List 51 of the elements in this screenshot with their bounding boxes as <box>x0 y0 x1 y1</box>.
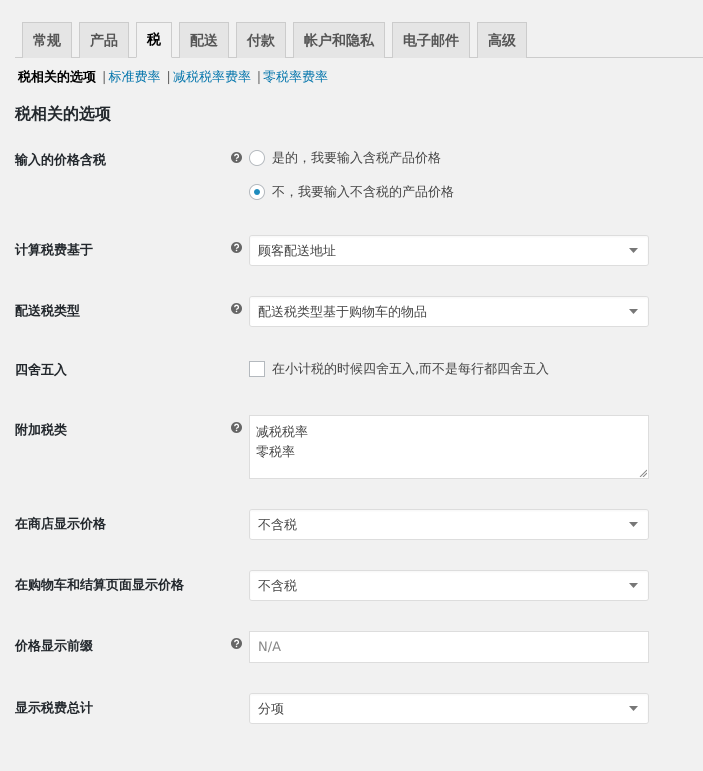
checkbox-label: 在小计税的时候四舍五入,而不是每行都四舍五入 <box>272 361 550 378</box>
subnav-link[interactable]: 标准费率 <box>108 68 160 86</box>
dropdown-caret-icon <box>629 583 638 588</box>
separator: | <box>102 70 106 84</box>
dropdown-caret-icon <box>629 248 638 253</box>
radio-label: 是的，我要输入含税产品价格 <box>272 150 441 167</box>
tab[interactable]: 配送 <box>179 22 229 58</box>
tab[interactable]: 高级 <box>477 22 527 58</box>
select-dropdown[interactable]: 不含税 <box>249 509 649 540</box>
help-icon[interactable] <box>231 638 242 649</box>
resize-grip-icon[interactable] <box>639 469 647 477</box>
select-dropdown[interactable]: 顾客配送地址 <box>249 235 649 266</box>
separator: | <box>256 70 262 84</box>
select-dropdown[interactable]: 分项 <box>249 693 649 724</box>
tab[interactable]: 电子邮件 <box>392 22 470 58</box>
select-dropdown[interactable]: 不含税 <box>249 570 649 601</box>
separator: | <box>166 70 171 84</box>
text-line: 零税率 <box>256 445 295 460</box>
help-icon[interactable] <box>231 303 242 314</box>
radio-button[interactable] <box>249 150 265 166</box>
input-field[interactable]: N/A <box>249 631 649 663</box>
subnav-link[interactable]: 税相关的选项 <box>18 68 96 86</box>
checkbox[interactable] <box>249 361 265 377</box>
setting-label: 附加税类 <box>15 422 68 440</box>
dropdown-caret-icon <box>629 706 638 711</box>
tab[interactable]: 付款 <box>236 22 286 58</box>
setting-label: 在购物车和结算页面显示价格 <box>15 576 185 595</box>
help-icon[interactable] <box>231 422 242 433</box>
textarea-field[interactable]: 减税税率 零税率 <box>249 415 649 479</box>
tab[interactable]: 常规 <box>22 22 72 58</box>
setting-label: 计算税费基于 <box>15 242 94 260</box>
subnav-link[interactable]: 零税率费率 <box>263 68 328 86</box>
setting-label: 配送税类型 <box>15 303 81 321</box>
tab[interactable]: 税 <box>136 22 172 58</box>
help-icon[interactable] <box>231 152 242 163</box>
setting-label: 价格显示前缀 <box>15 638 94 656</box>
setting-label: 输入的价格含税 <box>15 152 107 170</box>
select-dropdown[interactable]: 配送税类型基于购物车的物品 <box>249 296 649 327</box>
tab[interactable]: 产品 <box>79 22 129 58</box>
tab[interactable]: 帐户和隐私 <box>293 22 385 58</box>
section-title: 税相关的选项 <box>15 104 112 125</box>
radio-button[interactable] <box>249 184 265 200</box>
dropdown-caret-icon <box>629 309 638 314</box>
dropdown-caret-icon <box>629 522 638 527</box>
radio-label: 不，我要输入不含税的产品价格 <box>272 184 454 201</box>
setting-label: 在商店显示价格 <box>15 516 107 534</box>
setting-label: 四舍五入 <box>15 362 68 379</box>
setting-label: 显示税费总计 <box>15 700 94 718</box>
help-icon[interactable] <box>231 242 242 253</box>
subnav-link[interactable]: 减税税率费率 <box>172 68 251 86</box>
text-line: 减税税率 <box>256 425 308 440</box>
